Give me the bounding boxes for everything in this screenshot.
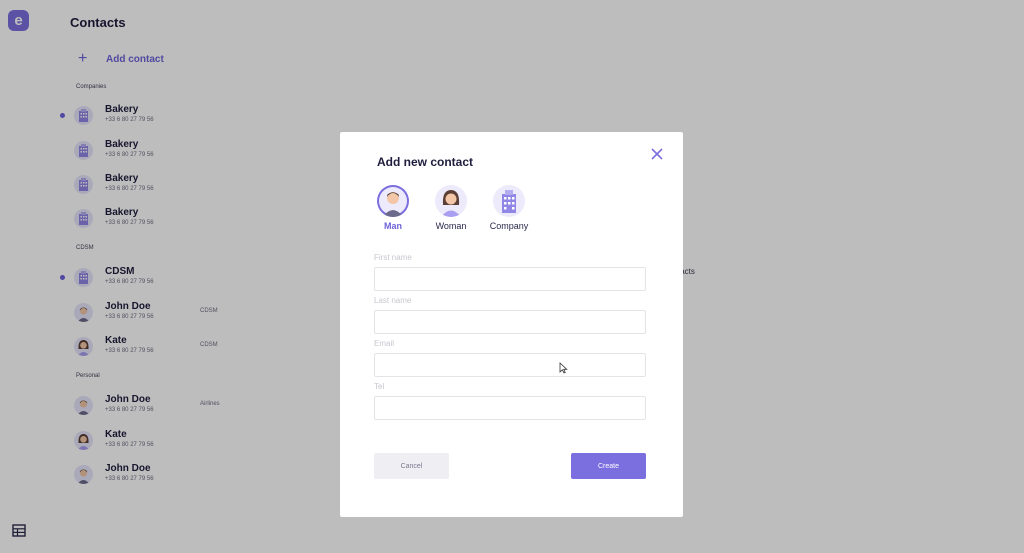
email-field[interactable] <box>374 353 646 377</box>
add-contact-modal: Add new contact Man Woman Company First … <box>340 132 683 517</box>
type-label-man: Man <box>384 221 402 231</box>
type-option-man[interactable]: Man <box>361 185 425 233</box>
first-name-label: First name <box>374 253 412 262</box>
type-option-company[interactable]: Company <box>477 185 541 233</box>
type-option-woman[interactable]: Woman <box>419 185 483 233</box>
cancel-button[interactable]: Cancel <box>374 453 449 479</box>
woman-avatar-icon <box>435 185 467 217</box>
mouse-cursor-icon <box>559 361 568 374</box>
type-label-woman: Woman <box>435 221 467 231</box>
tel-label: Tel <box>374 382 385 391</box>
man-avatar-icon <box>377 185 409 217</box>
close-icon[interactable] <box>650 147 664 161</box>
last-name-field[interactable] <box>374 310 646 334</box>
modal-title: Add new contact <box>377 155 474 169</box>
type-label-company: Company <box>489 221 529 231</box>
last-name-label: Last name <box>374 296 412 305</box>
building-icon <box>493 185 525 217</box>
first-name-field[interactable] <box>374 267 646 291</box>
email-label: Email <box>374 339 395 348</box>
create-button[interactable]: Create <box>571 453 646 479</box>
tel-field[interactable] <box>374 396 646 420</box>
